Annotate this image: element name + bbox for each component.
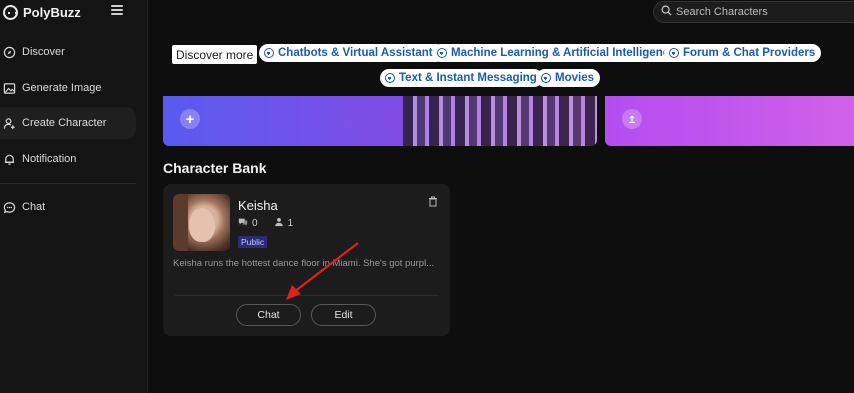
tag-forum[interactable]: Forum & Chat Providers (664, 44, 822, 62)
follower-count: 1 (287, 218, 294, 229)
chat-count-icon (238, 217, 248, 230)
tag-text-messaging[interactable]: Text & Instant Messaging (380, 69, 543, 87)
plus-circle-icon (385, 73, 395, 83)
plus-circle-icon (437, 48, 447, 58)
tag-chatbots[interactable]: Chatbots & Virtual Assistants (259, 44, 446, 62)
brand[interactable]: PolyBuzz (3, 4, 81, 20)
follower-icon (274, 217, 284, 230)
plus-circle-icon (669, 48, 679, 58)
sidebar-divider (0, 183, 136, 184)
chat-button[interactable]: Chat (236, 304, 301, 326)
sidebar-item-label: Chat (22, 201, 46, 213)
brand-name: PolyBuzz (23, 4, 81, 20)
create-character-banner[interactable]: + (163, 96, 597, 146)
plus-circle-icon (264, 48, 274, 58)
tag-label: Forum & Chat Providers (683, 47, 816, 59)
chat-bubble-icon (2, 200, 16, 214)
search-input[interactable] (676, 6, 846, 18)
discover-more-label: Discover more (172, 45, 258, 64)
search-bar[interactable] (653, 1, 854, 23)
character-description: Keisha runs the hottest dance floor in M… (173, 258, 435, 269)
banner-artwork (403, 96, 597, 146)
tag-label: Text & Instant Messaging (399, 72, 537, 84)
avatar (173, 194, 230, 251)
collapse-menu-icon[interactable] (111, 5, 123, 17)
sidebar-item-label: Notification (22, 153, 77, 165)
character-stats: 0 1 (238, 217, 293, 230)
sidebar-item-chat[interactable]: Chat (0, 191, 136, 223)
compass-icon (2, 45, 16, 59)
plus-icon[interactable]: + (180, 109, 200, 129)
polybuzz-logo-icon (3, 4, 18, 20)
trash-icon[interactable] (428, 194, 438, 207)
sidebar-item-generate-image[interactable]: Generate Image (0, 72, 136, 104)
user-plus-icon (2, 116, 16, 130)
upload-banner[interactable] (605, 96, 854, 146)
tag-movies[interactable]: Movies (536, 69, 600, 87)
upload-icon[interactable] (622, 109, 642, 129)
sidebar-item-label: Generate Image (22, 82, 102, 94)
plus-circle-icon (541, 73, 551, 83)
tag-label: Chatbots & Virtual Assistants (278, 47, 440, 59)
section-title: Character Bank (163, 160, 267, 176)
tag-label: Movies (555, 72, 594, 84)
sidebar-item-label: Create Character (22, 117, 107, 129)
chat-count: 0 (252, 218, 258, 229)
edit-button[interactable]: Edit (311, 304, 376, 326)
sidebar-item-discover[interactable]: Discover (0, 36, 136, 68)
tag-label: Machine Learning & Artificial Intelligen… (451, 47, 676, 59)
character-card[interactable]: Keisha 0 1 Public Keisha runs the hottes… (163, 184, 450, 336)
sidebar: PolyBuzz Discover Generate Image Create … (0, 0, 148, 393)
search-icon (661, 3, 672, 21)
sidebar-item-notification[interactable]: Notification (0, 143, 136, 175)
tag-machine-learning[interactable]: Machine Learning & Artificial Intelligen… (432, 44, 682, 62)
sidebar-item-create-character[interactable]: Create Character (0, 107, 136, 139)
card-divider (175, 295, 439, 296)
character-name: Keisha (238, 198, 278, 213)
sidebar-item-label: Discover (22, 46, 65, 58)
app-root: PolyBuzz Discover Generate Image Create … (0, 0, 854, 393)
visibility-badge: Public (238, 236, 268, 248)
image-icon (2, 81, 16, 95)
bell-icon (2, 152, 16, 166)
